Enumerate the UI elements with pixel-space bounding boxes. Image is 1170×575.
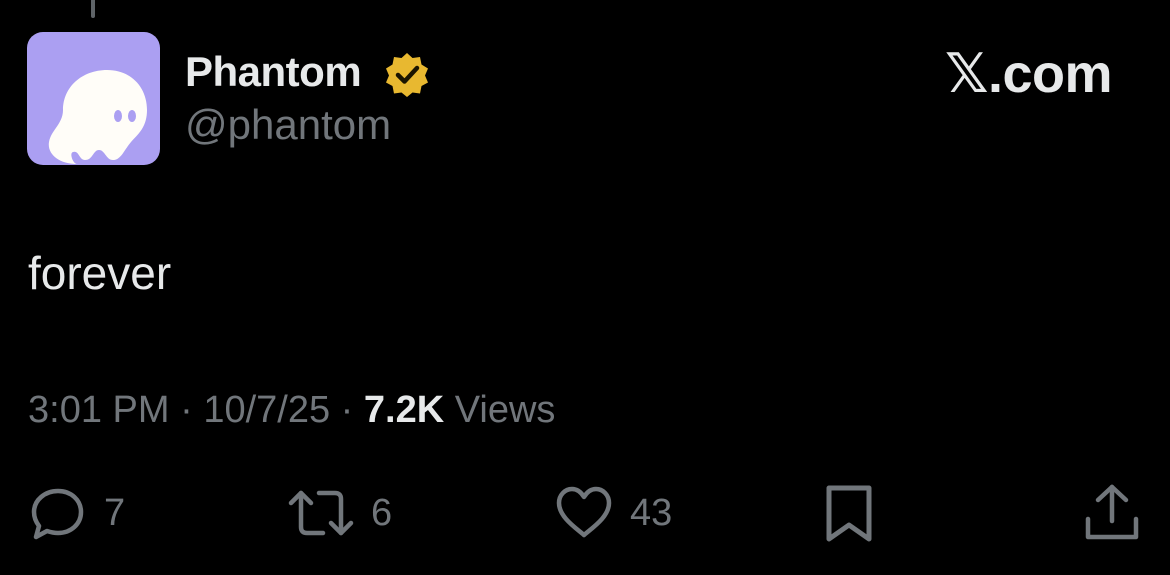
meta-separator: ·: [180, 389, 204, 431]
bookmark-button[interactable]: [822, 478, 876, 548]
user-handle[interactable]: @phantom: [185, 101, 391, 149]
verified-badge-icon: [386, 53, 428, 97]
reply-count: 7: [104, 492, 126, 534]
like-button[interactable]: 43: [554, 478, 672, 548]
reply-button[interactable]: 7: [28, 478, 125, 548]
ghost-icon: [48, 70, 147, 164]
like-icon: [556, 486, 612, 538]
reply-icon: [31, 488, 84, 540]
action-bar: 7 6 43: [0, 478, 1170, 548]
views-count: 7.2K: [363, 389, 445, 431]
meta-separator: ·: [340, 389, 364, 431]
like-count: 43: [630, 492, 673, 534]
post-text: forever: [28, 247, 172, 299]
views-label: Views: [454, 389, 556, 431]
bookmark-icon: [826, 485, 872, 542]
share-button[interactable]: [1082, 478, 1142, 548]
avatar[interactable]: [27, 32, 160, 165]
post-metadata: 3:01 PM · 10/7/25 · 7.2K Views: [28, 387, 555, 433]
repost-icon: [288, 490, 354, 536]
post-time[interactable]: 3:01 PM: [28, 389, 170, 431]
repost-count: 6: [371, 492, 393, 534]
share-icon: [1085, 484, 1139, 540]
x-brand-label: 𝕏.com: [944, 44, 1113, 104]
repost-button[interactable]: 6: [287, 478, 392, 548]
display-name[interactable]: Phantom: [185, 48, 362, 96]
post-date[interactable]: 10/7/25: [203, 389, 330, 431]
thread-connector: [91, 0, 95, 18]
